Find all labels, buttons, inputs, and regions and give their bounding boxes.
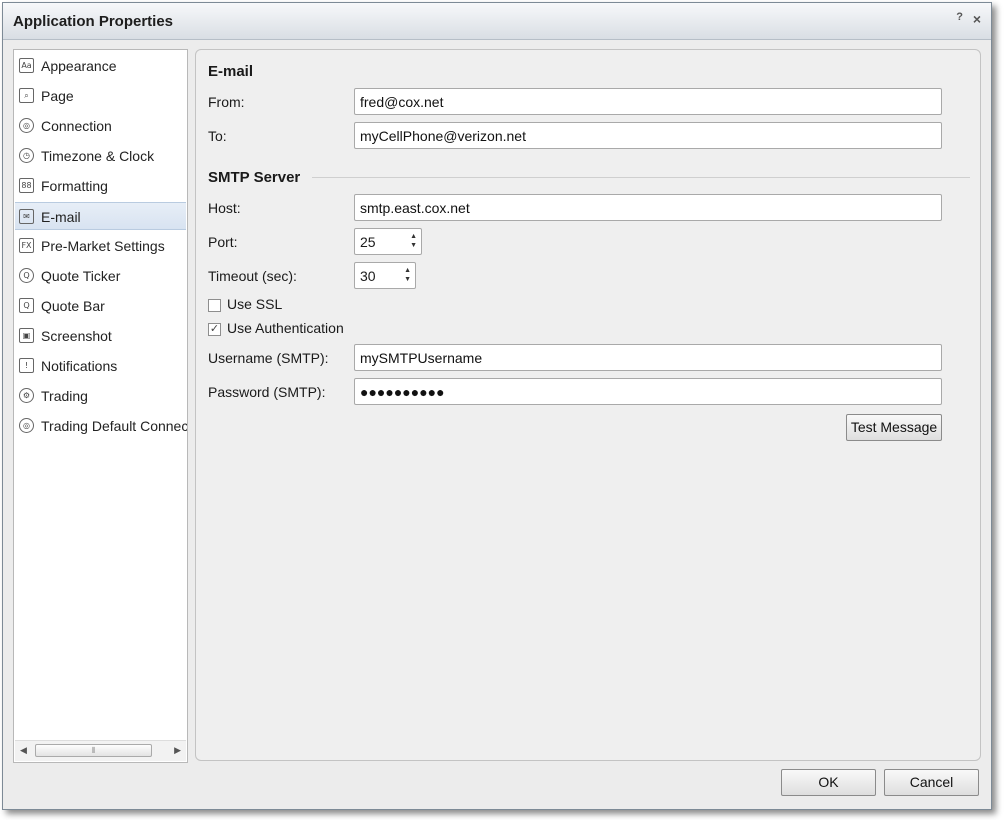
to-label: To: [208, 128, 227, 144]
sidebar-item-label: Quote Bar [41, 298, 105, 314]
connection-icon: ◎ [19, 118, 34, 133]
page-zoom-icon: ⌕ [19, 88, 34, 103]
sidebar-item-page[interactable]: ⌕ Page [15, 82, 186, 110]
port-value: 25 [360, 234, 376, 250]
formatting-icon: 88 [19, 178, 34, 193]
quote-bar-icon: Q [19, 298, 34, 313]
port-label: Port: [208, 234, 238, 250]
username-label: Username (SMTP): [208, 350, 329, 366]
use-authentication-label: Use Authentication [227, 320, 344, 336]
from-input[interactable] [354, 88, 942, 115]
dialog-title: Application Properties [13, 13, 174, 30]
help-icon[interactable]: ? [956, 11, 963, 23]
clock-icon: ◷ [19, 148, 34, 163]
envelope-icon: ✉ [19, 209, 34, 224]
sidebar-item-label: Page [41, 88, 74, 104]
timeout-label: Timeout (sec): [208, 268, 297, 284]
test-message-button[interactable]: Test Message [846, 414, 942, 441]
title-bar[interactable]: Application Properties ? × [3, 3, 991, 40]
sidebar-item-screenshot[interactable]: ▣ Screenshot [15, 322, 186, 350]
application-properties-dialog: Application Properties ? × Aa Appearance… [2, 2, 992, 810]
sidebar-item-label: Formatting [41, 178, 108, 194]
sidebar-item-notifications[interactable]: ! Notifications [15, 352, 186, 380]
email-heading: E-mail [208, 63, 254, 80]
quote-ticker-icon: Q [19, 268, 34, 283]
close-icon[interactable]: × [973, 11, 981, 27]
section-divider [312, 177, 970, 178]
use-ssl-checkbox[interactable] [208, 299, 221, 312]
sidebar-item-label: Notifications [41, 358, 118, 374]
scroll-right-icon[interactable]: ▶ [174, 745, 181, 756]
sidebar-item-trading-default-connection[interactable]: ◎ Trading Default Connectic [15, 412, 188, 440]
port-decrement-icon[interactable]: ▼ [410, 242, 417, 250]
sidebar-item-connection[interactable]: ◎ Connection [15, 112, 186, 140]
ok-button[interactable]: OK [781, 769, 876, 796]
trading-connection-icon: ◎ [19, 418, 34, 433]
password-label: Password (SMTP): [208, 384, 326, 400]
sidebar-item-email[interactable]: ✉ E-mail [15, 202, 186, 230]
fx-icon: FX [19, 238, 34, 253]
sidebar-item-label: Pre-Market Settings [41, 238, 165, 254]
host-label: Host: [208, 200, 241, 216]
port-increment-icon[interactable]: ▲ [410, 233, 417, 241]
email-settings-panel: E-mail From: To: SMTP Server Host: Port:… [195, 49, 981, 761]
notification-icon: ! [19, 358, 34, 373]
use-ssl-label: Use SSL [227, 296, 283, 312]
settings-sidebar: Aa Appearance ⌕ Page ◎ Connection ◷ Time… [13, 49, 188, 763]
username-input[interactable] [354, 344, 942, 371]
port-stepper[interactable]: 25 ▲ ▼ [354, 228, 422, 255]
trading-icon: ⚙ [19, 388, 34, 403]
sidebar-item-quote-bar[interactable]: Q Quote Bar [15, 292, 186, 320]
from-label: From: [208, 94, 245, 110]
appearance-icon: Aa [19, 58, 34, 73]
sidebar-item-trading[interactable]: ⚙ Trading [15, 382, 186, 410]
sidebar-item-label: Screenshot [41, 328, 112, 344]
sidebar-item-label: Quote Ticker [41, 268, 121, 284]
password-input[interactable] [354, 378, 942, 405]
sidebar-item-label: Timezone & Clock [41, 148, 155, 164]
cancel-button[interactable]: Cancel [884, 769, 979, 796]
sidebar-item-label: Trading Default Connectic [41, 418, 188, 434]
sidebar-item-label: Trading [41, 388, 88, 404]
sidebar-item-label: Connection [41, 118, 112, 134]
sidebar-item-formatting[interactable]: 88 Formatting [15, 172, 186, 200]
host-input[interactable] [354, 194, 942, 221]
timeout-stepper[interactable]: 30 ▲ ▼ [354, 262, 416, 289]
sidebar-item-label: E-mail [41, 209, 81, 225]
sidebar-item-pre-market-settings[interactable]: FX Pre-Market Settings [15, 232, 186, 260]
smtp-server-heading: SMTP Server [208, 169, 301, 186]
scroll-thumb[interactable]: ⦀ [35, 744, 152, 757]
sidebar-item-appearance[interactable]: Aa Appearance [15, 52, 186, 80]
timeout-increment-icon[interactable]: ▲ [404, 267, 411, 275]
timeout-decrement-icon[interactable]: ▼ [404, 276, 411, 284]
camera-icon: ▣ [19, 328, 34, 343]
use-authentication-checkbox[interactable]: ✓ [208, 323, 221, 336]
sidebar-horizontal-scrollbar[interactable]: ◀ ⦀ ▶ [15, 740, 186, 761]
scroll-left-icon[interactable]: ◀ [20, 745, 27, 756]
sidebar-item-quote-ticker[interactable]: Q Quote Ticker [15, 262, 186, 290]
timeout-value: 30 [360, 268, 376, 284]
sidebar-item-label: Appearance [41, 58, 117, 74]
to-input[interactable] [354, 122, 942, 149]
sidebar-item-timezone-clock[interactable]: ◷ Timezone & Clock [15, 142, 186, 170]
